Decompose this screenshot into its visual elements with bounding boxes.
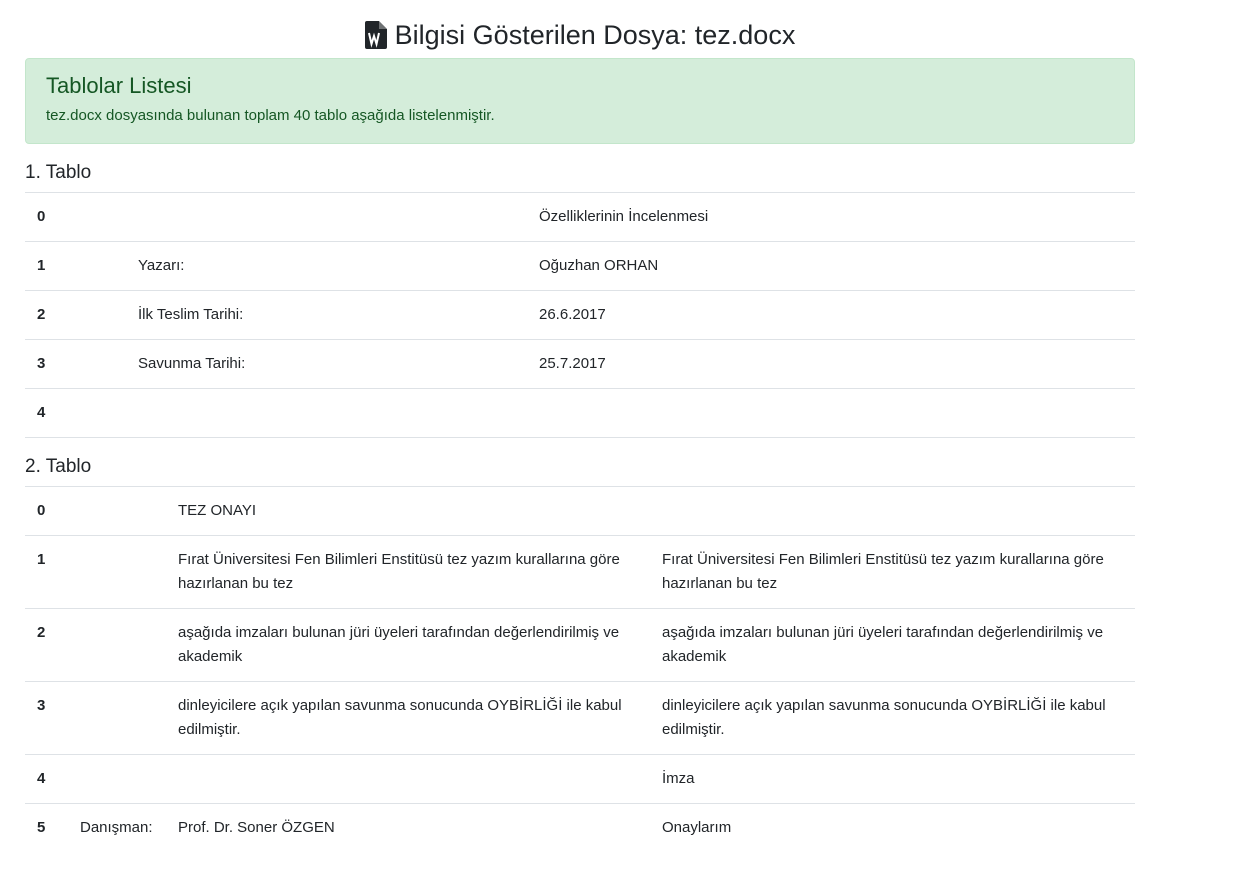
table-cell: Fırat Üniversitesi Fen Bilimleri Enstitü…: [166, 535, 650, 609]
table-cell: [126, 192, 527, 242]
table-cell: Yazarı:: [126, 241, 527, 291]
info-alert: Tablolar Listesi tez.docx dosyasında bul…: [25, 58, 1135, 144]
table-row: 3 Savunma Tarihi: 25.7.2017: [25, 339, 1135, 389]
table-cell: [68, 535, 166, 609]
table-1: 0 Özelliklerinin İncelenmesi 1 Yazarı: O…: [25, 192, 1135, 438]
row-index: 2: [25, 608, 68, 682]
table-cell: 26.6.2017: [527, 290, 1135, 340]
alert-text: tez.docx dosyasında bulunan toplam 40 ta…: [46, 107, 495, 125]
table-cell: [126, 388, 527, 438]
table-cell: [68, 754, 166, 804]
table-2-title: 2. Tablo: [25, 456, 92, 477]
table-cell: [68, 681, 166, 755]
table-row: 1 Yazarı: Oğuzhan ORHAN: [25, 241, 1135, 291]
table-cell: Oğuzhan ORHAN: [527, 241, 1135, 291]
page-title-text: Bilgisi Gösterilen Dosya: tez.docx: [394, 19, 796, 50]
row-index: 0: [25, 192, 126, 242]
row-index: 3: [25, 681, 68, 755]
alert-heading: Tablolar Listesi: [46, 73, 192, 98]
table-row: 4: [25, 388, 1135, 438]
page-container: Bilgisi Gösterilen Dosya: tez.docx Tablo…: [25, 0, 1135, 852]
table-cell: dinleyicilere açık yapılan savunma sonuc…: [166, 681, 650, 755]
table-cell: aşağıda imzaları bulunan jüri üyeleri ta…: [650, 608, 1135, 682]
word-file-icon: [364, 21, 387, 49]
table-cell: [527, 388, 1135, 438]
table-row: 2 aşağıda imzaları bulunan jüri üyeleri …: [25, 608, 1135, 682]
table-cell: [68, 608, 166, 682]
row-index: 4: [25, 388, 126, 438]
table-cell: aşağıda imzaları bulunan jüri üyeleri ta…: [166, 608, 650, 682]
table-row: 2 İlk Teslim Tarihi: 26.6.2017: [25, 290, 1135, 340]
table-row: 0 TEZ ONAYI: [25, 486, 1135, 536]
table-row: 1 Fırat Üniversitesi Fen Bilimleri Ensti…: [25, 535, 1135, 609]
table-cell: Prof. Dr. Soner ÖZGEN: [166, 803, 650, 852]
page-title: Bilgisi Gösterilen Dosya: tez.docx: [25, 0, 1135, 58]
row-index: 2: [25, 290, 126, 340]
table-cell: [166, 754, 650, 804]
table-cell: Fırat Üniversitesi Fen Bilimleri Enstitü…: [650, 535, 1135, 609]
row-index: 5: [25, 803, 68, 852]
table-cell: Savunma Tarihi:: [126, 339, 527, 389]
table-row: 5 Danışman: Prof. Dr. Soner ÖZGEN Onayla…: [25, 803, 1135, 852]
row-index: 1: [25, 241, 126, 291]
table-cell: [650, 486, 1135, 536]
row-index: 0: [25, 486, 68, 536]
table-cell: İlk Teslim Tarihi:: [126, 290, 527, 340]
row-index: 4: [25, 754, 68, 804]
table-cell: [68, 486, 166, 536]
table-2: 0 TEZ ONAYI 1 Fırat Üniversitesi Fen Bil…: [25, 486, 1135, 852]
row-index: 1: [25, 535, 68, 609]
table-row: 0 Özelliklerinin İncelenmesi: [25, 192, 1135, 242]
table-row: 3 dinleyicilere açık yapılan savunma son…: [25, 681, 1135, 755]
table-row: 4 İmza: [25, 754, 1135, 804]
table-cell: İmza: [650, 754, 1135, 804]
table-cell: Onaylarım: [650, 803, 1135, 852]
table-cell: dinleyicilere açık yapılan savunma sonuc…: [650, 681, 1135, 755]
row-index: 3: [25, 339, 126, 389]
table-cell: TEZ ONAYI: [166, 486, 650, 536]
table-cell: Danışman:: [68, 803, 166, 852]
table-cell: 25.7.2017: [527, 339, 1135, 389]
table-cell: Özelliklerinin İncelenmesi: [527, 192, 1135, 242]
table-1-title: 1. Tablo: [25, 162, 92, 183]
